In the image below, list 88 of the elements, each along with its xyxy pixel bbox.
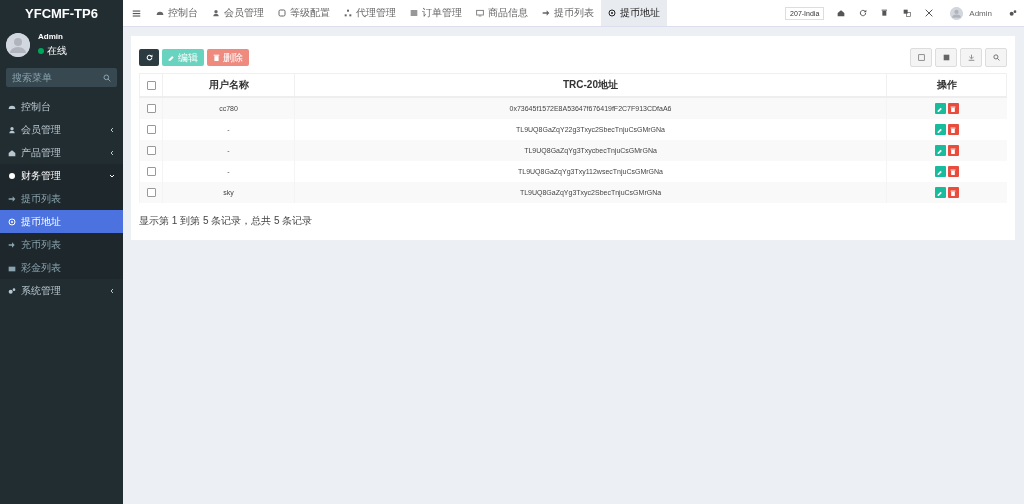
menu-item[interactable]: 财务管理 <box>0 164 123 187</box>
user-icon <box>8 125 16 134</box>
arrow-icon <box>542 9 550 17</box>
fullscreen-icon[interactable] <box>925 9 934 17</box>
edit-button[interactable] <box>934 145 946 156</box>
arrow-icon <box>8 240 16 249</box>
avatar-icon <box>6 33 30 57</box>
caret-icon <box>109 126 115 133</box>
caret-icon <box>109 287 115 294</box>
user-status: 在线 <box>47 44 67 58</box>
menu-item[interactable]: 产品管理 <box>0 141 123 164</box>
trash-icon <box>950 105 957 112</box>
refresh-icon[interactable] <box>859 9 868 17</box>
gears-icon <box>8 286 16 295</box>
caret-icon <box>109 149 115 156</box>
pencil-icon <box>937 168 944 175</box>
sitemap-icon <box>344 9 352 17</box>
gauge-icon <box>156 9 164 17</box>
nav-tab[interactable]: 提币地址 <box>601 0 667 26</box>
refresh-icon <box>145 54 153 61</box>
user-name: Admin <box>38 32 64 41</box>
pencil-icon <box>937 126 944 133</box>
app-logo: YFCMF-TP6 <box>24 4 99 23</box>
home-icon[interactable] <box>837 9 846 17</box>
trash-icon[interactable] <box>881 9 890 17</box>
submenu-item[interactable]: 提币列表 <box>0 187 123 210</box>
download-icon <box>967 54 975 61</box>
nav-tab[interactable]: 代理管理 <box>337 0 403 26</box>
house-icon <box>8 148 16 157</box>
trash-icon <box>213 54 220 61</box>
menu-item[interactable]: 控制台 <box>0 95 123 118</box>
panel-icon <box>917 54 925 61</box>
nav-tab[interactable]: 会员管理 <box>205 0 271 26</box>
delete-button[interactable] <box>947 124 959 135</box>
refresh-button[interactable] <box>139 49 159 66</box>
delete-button[interactable] <box>947 166 959 177</box>
menu-item[interactable]: 会员管理 <box>0 118 123 141</box>
pencil-icon <box>937 105 944 112</box>
monitor-icon <box>476 9 484 17</box>
trash-icon <box>950 126 957 133</box>
nav-tab[interactable]: 订单管理 <box>403 0 469 26</box>
checkbox[interactable] <box>146 81 156 91</box>
gears-icon[interactable] <box>1009 9 1017 17</box>
nav-tab[interactable]: 商品信息 <box>469 0 535 26</box>
menu-icon[interactable] <box>132 8 141 18</box>
delete-button[interactable] <box>947 103 959 114</box>
menu-item[interactable]: 系统管理 <box>0 279 123 302</box>
trash-icon <box>950 189 957 196</box>
nav-tab[interactable]: 等级配置 <box>271 0 337 26</box>
user-icon <box>212 9 220 17</box>
pencil-icon <box>937 147 944 154</box>
checkbox[interactable] <box>146 188 156 197</box>
pencil-icon <box>937 189 944 196</box>
edit-button[interactable] <box>934 124 946 135</box>
nav-tab[interactable]: 控制台 <box>149 0 205 26</box>
online-dot <box>38 48 44 54</box>
edit-button[interactable] <box>934 166 946 177</box>
search-button[interactable] <box>985 48 1007 67</box>
submenu-item[interactable]: 充币列表 <box>0 233 123 256</box>
checkbox[interactable] <box>146 104 156 113</box>
target-icon <box>608 9 616 17</box>
target-icon <box>8 217 16 226</box>
user-menu[interactable]: Admin <box>950 6 992 20</box>
edit-button[interactable] <box>934 103 946 114</box>
avatar-icon <box>950 6 964 20</box>
caret-icon <box>109 172 115 179</box>
toggle-view-button[interactable] <box>910 48 932 67</box>
submenu-item[interactable]: 彩金列表 <box>0 256 123 279</box>
search-field[interactable]: 搜索菜单 <box>6 68 117 87</box>
trash-icon <box>950 147 957 154</box>
delete-button[interactable] <box>947 145 959 156</box>
edit-button[interactable] <box>934 187 946 198</box>
search-icon <box>992 54 1000 61</box>
checkbox[interactable] <box>146 125 156 134</box>
coin-icon <box>8 171 16 180</box>
grid-icon <box>942 54 950 61</box>
trash-icon <box>950 168 957 175</box>
badge-icon <box>278 9 286 17</box>
pagination-summary: 显示第 1 到第 5 条记录，总共 5 条记录 <box>139 214 314 228</box>
submenu-item[interactable]: 提币地址 <box>0 210 123 233</box>
nav-tab[interactable]: 提币列表 <box>535 0 601 26</box>
delete-button[interactable] <box>947 187 959 198</box>
arrow-icon <box>8 194 16 203</box>
columns-button[interactable] <box>935 48 957 67</box>
pencil-icon <box>168 54 175 61</box>
checkbox[interactable] <box>146 146 156 155</box>
checkbox[interactable] <box>146 167 156 176</box>
search-icon <box>103 73 111 82</box>
